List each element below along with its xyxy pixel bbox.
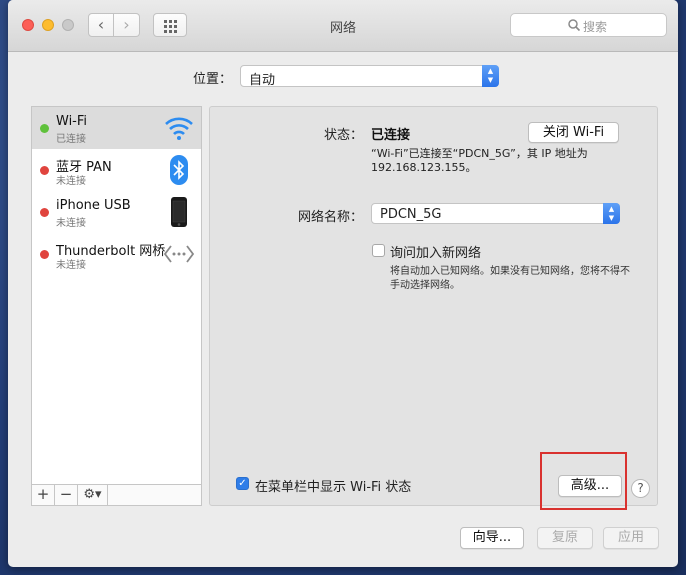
search-placeholder: 搜索	[583, 20, 608, 34]
service-status: 已连接	[56, 134, 86, 145]
service-item-iphone-usb[interactable]: iPhone USB 未连接	[32, 191, 201, 233]
status-description-line: “Wi-Fi”已连接至“PDCN_5G”，其 IP 地址为	[371, 147, 588, 160]
status-description: “Wi-Fi”已连接至“PDCN_5G”，其 IP 地址为 192.168.12…	[371, 147, 588, 175]
status-description-line: 192.168.123.155。	[371, 161, 477, 174]
status-dot-thunderbolt	[40, 250, 49, 259]
ask-join-checkbox[interactable]	[372, 244, 385, 257]
location-select[interactable]: 自动 ▲ ▼	[240, 65, 499, 88]
network-preferences-window: ‹ › 网络 搜索 位置： 自动 ▲ ▼ Wi-Fi 已连接 蓝牙 PAN 未连…	[8, 0, 678, 567]
service-status: 未连接	[56, 260, 86, 271]
apply-button[interactable]: 应用	[603, 527, 659, 549]
service-list: Wi-Fi 已连接 蓝牙 PAN 未连接 iPhone USB 未连接 Thun…	[31, 106, 202, 506]
network-name-value: PDCN_5G	[380, 207, 442, 222]
service-list-toolbar: + − ⚙▾	[32, 484, 201, 505]
remove-service-button[interactable]: −	[55, 485, 78, 505]
bluetooth-icon	[170, 155, 188, 185]
checkmark-icon: ✓	[238, 478, 247, 489]
select-stepper-icon: ▲ ▼	[603, 203, 620, 224]
ask-join-label: 询问加入新网络	[390, 246, 482, 261]
service-item-thunderbolt-bridge[interactable]: Thunderbolt 网桥 未连接	[32, 233, 201, 275]
service-name: Wi-Fi	[56, 114, 88, 129]
detail-panel: 状态： 已连接 关闭 Wi-Fi “Wi-Fi”已连接至“PDCN_5G”，其 …	[209, 106, 658, 506]
revert-button[interactable]: 复原	[537, 527, 593, 549]
ask-join-description: 将自动加入已知网络。如果没有已知网络，您将不得不手动选择网络。	[390, 266, 630, 291]
iphone-icon	[171, 197, 187, 227]
service-status: 未连接	[56, 176, 86, 187]
title-bar: ‹ › 网络 搜索	[8, 0, 678, 52]
service-item-bluetooth-pan[interactable]: 蓝牙 PAN 未连接	[32, 149, 201, 191]
status-value: 已连接	[371, 128, 411, 143]
search-icon	[568, 19, 581, 32]
thunderbolt-bridge-icon	[163, 245, 195, 263]
location-label: 位置：	[193, 72, 233, 87]
wifi-icon	[165, 117, 193, 140]
help-button[interactable]: ?	[631, 479, 650, 498]
assist-me-button[interactable]: 向导...	[460, 527, 524, 549]
status-dot-wifi	[40, 124, 49, 133]
select-stepper-icon: ▲ ▼	[482, 65, 499, 87]
show-wifi-status-checkbox[interactable]: ✓	[236, 477, 249, 490]
highlight-box	[540, 452, 627, 510]
status-dot-iphone	[40, 208, 49, 217]
gear-menu-button[interactable]: ⚙▾	[78, 485, 108, 505]
show-wifi-status-label: 在菜单栏中显示 Wi-Fi 状态	[255, 480, 412, 495]
turn-off-wifi-button[interactable]: 关闭 Wi-Fi	[528, 122, 619, 143]
network-name-select[interactable]: PDCN_5G ▲ ▼	[371, 203, 620, 224]
service-status: 未连接	[56, 218, 86, 229]
service-item-wifi[interactable]: Wi-Fi 已连接	[32, 107, 201, 149]
status-dot-bluetooth	[40, 166, 49, 175]
network-name-label: 网络名称：	[298, 210, 364, 225]
location-value: 自动	[249, 73, 276, 88]
add-service-button[interactable]: +	[32, 485, 55, 505]
service-name: iPhone USB	[56, 198, 131, 213]
search-field[interactable]: 搜索	[510, 13, 667, 37]
status-label: 状态：	[324, 128, 364, 143]
